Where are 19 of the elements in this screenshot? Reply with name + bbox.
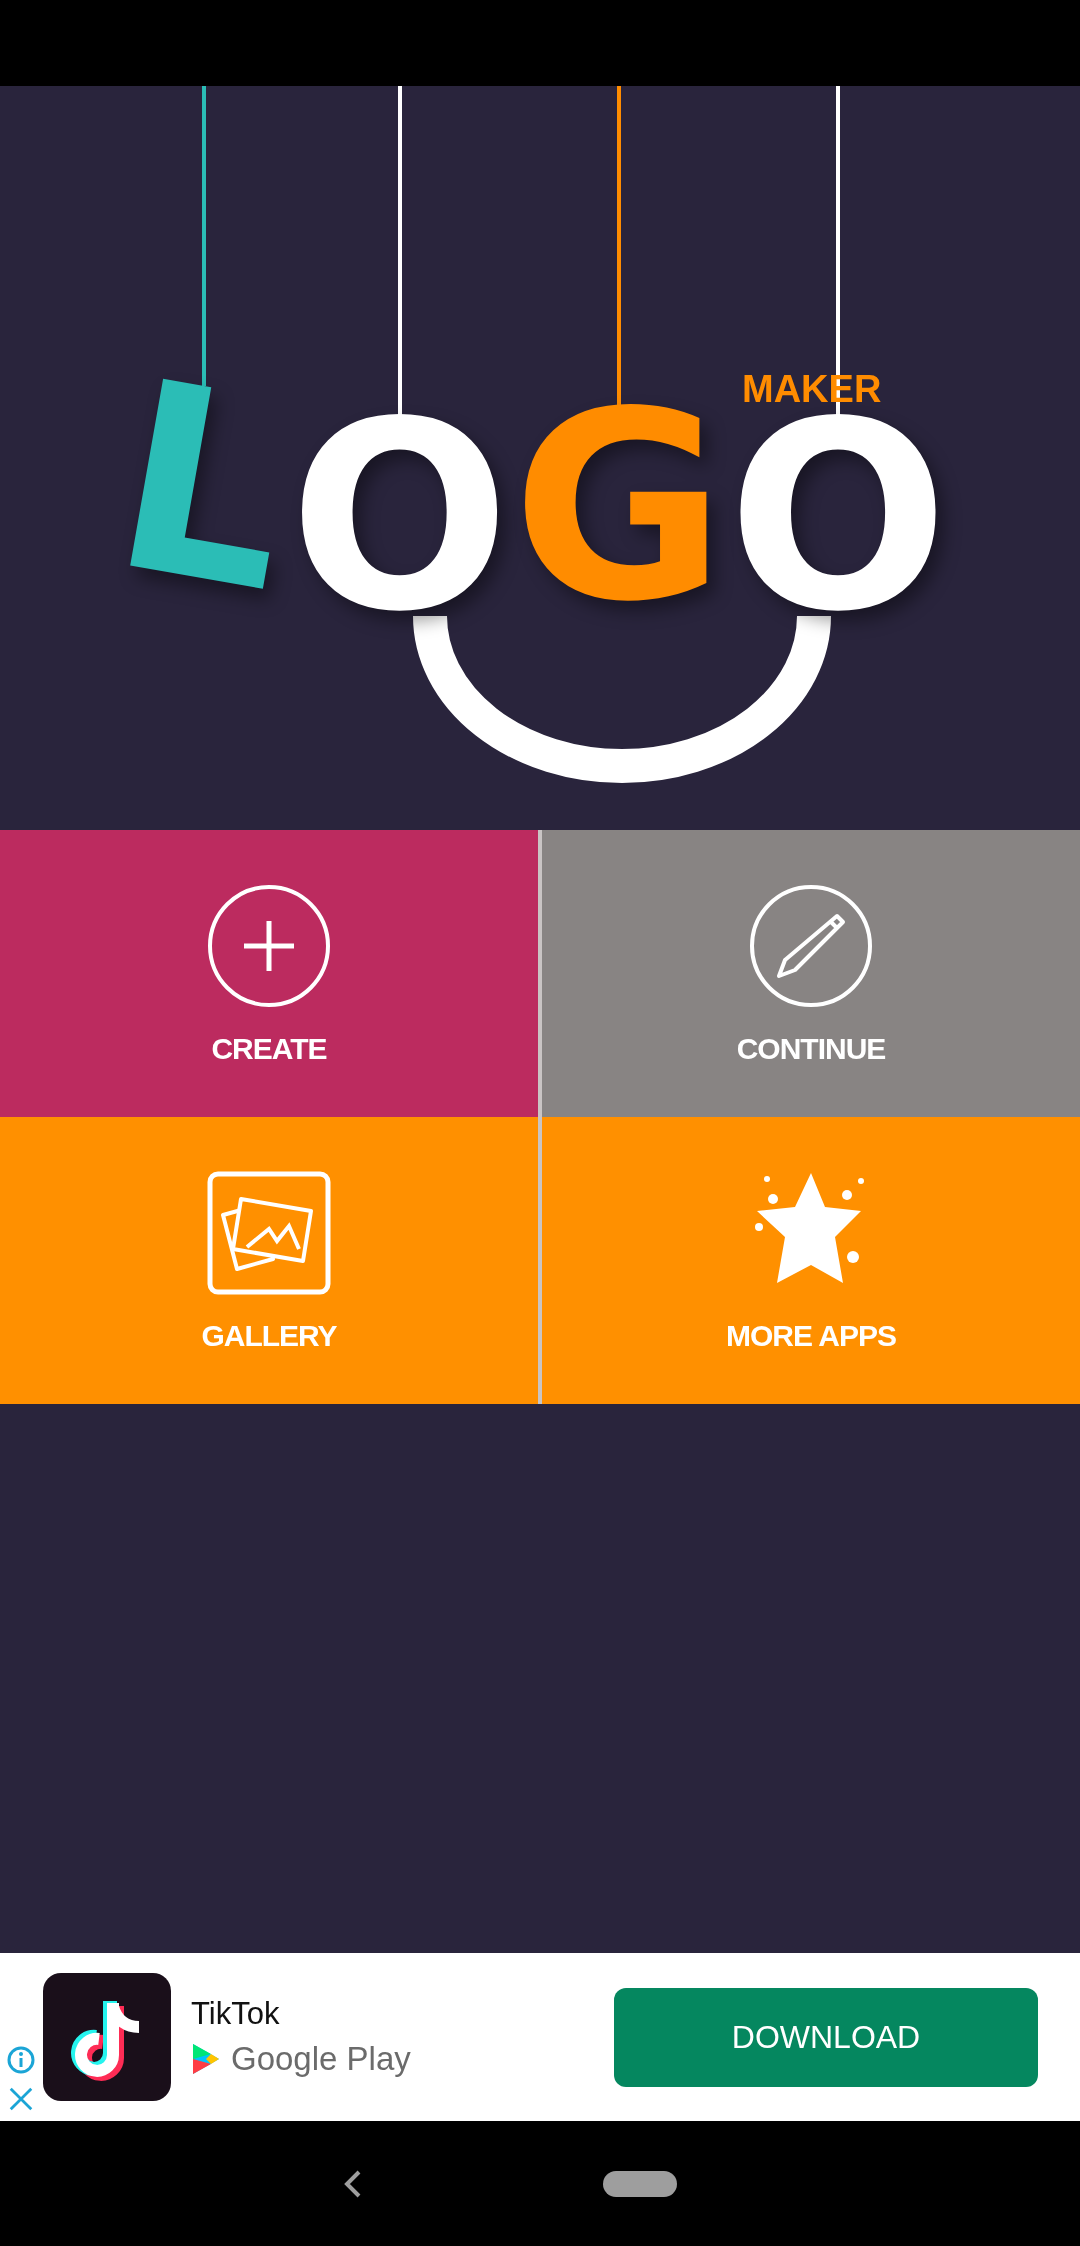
logo-letter: G [512,406,726,609]
menu-tile[interactable]: CONTINUE [542,830,1080,1117]
gallery-icon [207,1171,331,1295]
close-icon[interactable] [7,2085,35,2113]
pencil-icon [749,884,873,1008]
play-store-icon [191,2042,221,2076]
info-icon[interactable] [6,2045,36,2075]
download-button[interactable]: DOWNLOAD [614,1987,1038,2087]
menu-tile[interactable]: CREATE [0,830,538,1117]
app-name: TikTok [191,1996,281,2032]
app-icon[interactable] [43,1973,171,2101]
menu-tile[interactable]: MORE APPS [542,1117,1080,1404]
logo-letter: O [289,416,511,619]
store-name: Google Play [231,2040,411,2078]
home-button[interactable] [603,2171,677,2197]
logo-letter: O [727,416,949,619]
back-icon[interactable] [343,2169,363,2199]
menu-tile[interactable]: GALLERY [0,1117,538,1404]
plus-icon [207,884,331,1008]
